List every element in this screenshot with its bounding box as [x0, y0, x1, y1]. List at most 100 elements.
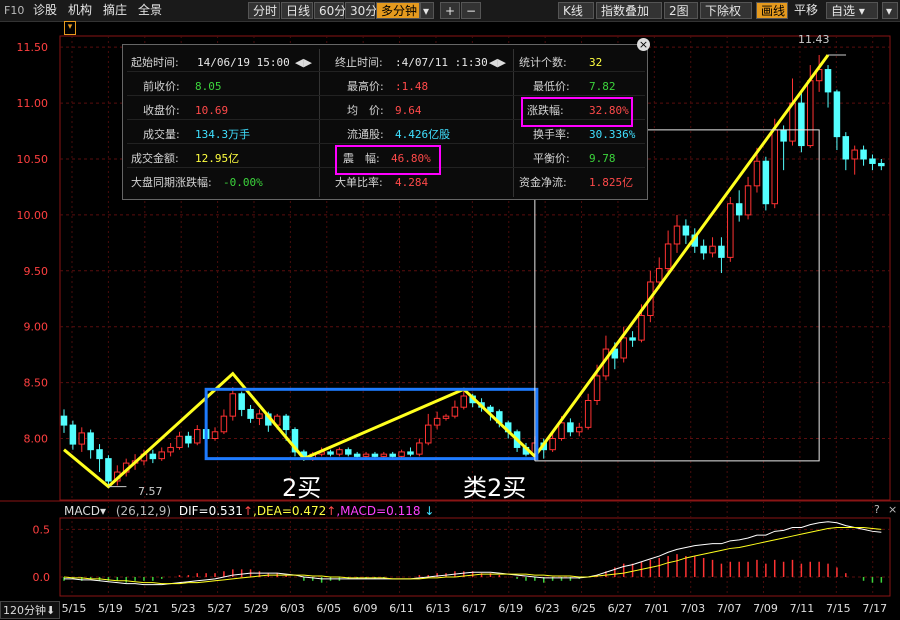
end-time-value: :4/07/11 :1:30: [395, 56, 488, 69]
period-selector[interactable]: 120分钟⬇: [0, 601, 60, 619]
candle-body: [424, 424, 432, 444]
volume-value: 134.3万手: [195, 128, 251, 141]
count-value: 32: [589, 56, 603, 69]
price-tick-label: 10.50: [17, 153, 49, 166]
candle-body: [460, 395, 468, 408]
candle-body: [398, 451, 405, 457]
prev-close-label: 前收价:: [143, 80, 180, 93]
candle-body: [194, 429, 201, 444]
date-tick-label: 6/23: [535, 602, 560, 615]
date-tick-label: 7/09: [753, 602, 778, 615]
date-tick-label: 6/27: [608, 602, 633, 615]
candle-body: [727, 203, 734, 258]
candle-body: [211, 431, 219, 440]
turnover-value: 30.336%: [589, 128, 636, 141]
candle-body: [709, 245, 716, 254]
candle-body: [567, 422, 574, 433]
high-value: :1.48: [395, 80, 429, 93]
net-flow-label: 资金净流:: [519, 176, 567, 189]
candle-body: [380, 453, 388, 457]
candle-body: [824, 69, 832, 93]
macd-dif-value: DIF=0.531: [178, 504, 243, 518]
candle-body: [256, 413, 263, 419]
amplitude-label: 震 幅:: [343, 152, 380, 165]
low-price-mark: 7.57: [138, 485, 163, 498]
close-icon[interactable]: ×: [637, 38, 650, 51]
date-tick-label: 5/21: [134, 602, 159, 615]
candle-body: [593, 375, 601, 401]
turnover-label: 换手率:: [533, 128, 570, 141]
buy2-like-annotation: 类2买: [463, 474, 527, 502]
help-icon[interactable]: ?: [874, 503, 880, 516]
float-value: 4.426亿股: [395, 128, 451, 141]
start-time-value: 14/06/19 15:00: [197, 56, 290, 69]
date-tick-label: 5/15: [62, 602, 87, 615]
high-price-mark: 11.43: [798, 33, 830, 46]
candle-body: [78, 432, 86, 445]
candle-body: [798, 102, 805, 147]
candle-body: [629, 337, 636, 341]
candle-body: [638, 315, 645, 341]
candle-body: [878, 162, 885, 167]
candle-body: [185, 435, 192, 444]
date-tick-label: 7/17: [862, 602, 887, 615]
candle-body: [220, 415, 228, 433]
change-value: 32.80%: [589, 104, 629, 117]
candle-body: [60, 415, 68, 426]
candle-body: [69, 424, 77, 445]
macd-dea-value: ,DEA=0.472: [253, 504, 327, 518]
date-tick-label: 7/03: [680, 602, 705, 615]
candle-body: [584, 399, 592, 428]
buy2-annotation: 2买: [282, 474, 322, 502]
start-time-stepper[interactable]: ◀▶: [295, 52, 312, 74]
balance-value: 9.78: [589, 152, 616, 165]
chevron-down-icon[interactable]: ▾: [100, 504, 106, 518]
macd-header: MACD▾ (26,12,9) DIF=0.531↑,DEA=0.472↑,MA…: [64, 503, 434, 519]
candle-body: [451, 406, 459, 417]
date-tick-label: 6/19: [498, 602, 523, 615]
arrow-up-icon: ↑: [326, 504, 337, 518]
date-tick-label: 6/25: [571, 602, 596, 615]
candle-body: [407, 451, 414, 455]
close-icon[interactable]: ×: [888, 503, 897, 516]
chevron-down-icon[interactable]: ▾: [64, 21, 76, 35]
end-time-stepper[interactable]: ◀▶: [489, 52, 506, 74]
change-label: 涨跌幅:: [527, 104, 564, 117]
date-tick-label: 7/01: [644, 602, 669, 615]
date-tick-label: 6/05: [316, 602, 341, 615]
count-label: 统计个数:: [519, 56, 567, 69]
macd-value: ,MACD=0.118: [336, 504, 421, 518]
candle-body: [87, 432, 94, 451]
candle-body: [869, 158, 876, 164]
date-tick-label: 6/11: [389, 602, 414, 615]
index-change-value: -0.00%: [223, 176, 263, 189]
date-tick-label: 7/11: [790, 602, 815, 615]
price-tick-label: 8.00: [24, 433, 49, 446]
candle-body: [149, 453, 157, 460]
date-tick-label: 6/03: [280, 602, 305, 615]
low-value: 7.82: [589, 80, 616, 93]
candle-body: [336, 449, 343, 455]
big-order-label: 大单比率:: [335, 176, 383, 189]
candle-body: [158, 451, 165, 460]
macd-params: (26,12,9): [115, 504, 172, 518]
macd-indicator-name[interactable]: MACD: [64, 504, 100, 518]
close-label: 收盘价:: [143, 104, 180, 117]
candle-body: [442, 415, 450, 419]
candle-body: [96, 449, 103, 460]
candle-body: [851, 149, 858, 160]
date-tick-label: 5/19: [98, 602, 123, 615]
candle-body: [807, 80, 814, 147]
date-tick-label: 6/17: [462, 602, 487, 615]
macd-tick-label: 0.5: [33, 523, 51, 536]
amount-value: 12.95亿: [195, 152, 240, 165]
candle-body: [229, 393, 237, 417]
candle-body: [327, 451, 334, 455]
macd-dea-line: [63, 527, 882, 585]
candle-body: [771, 129, 778, 205]
candle-body: [416, 442, 423, 455]
candle-body: [247, 408, 254, 419]
balance-label: 平衡价:: [533, 152, 570, 165]
candle-body: [167, 446, 174, 453]
candle-body: [362, 453, 370, 457]
